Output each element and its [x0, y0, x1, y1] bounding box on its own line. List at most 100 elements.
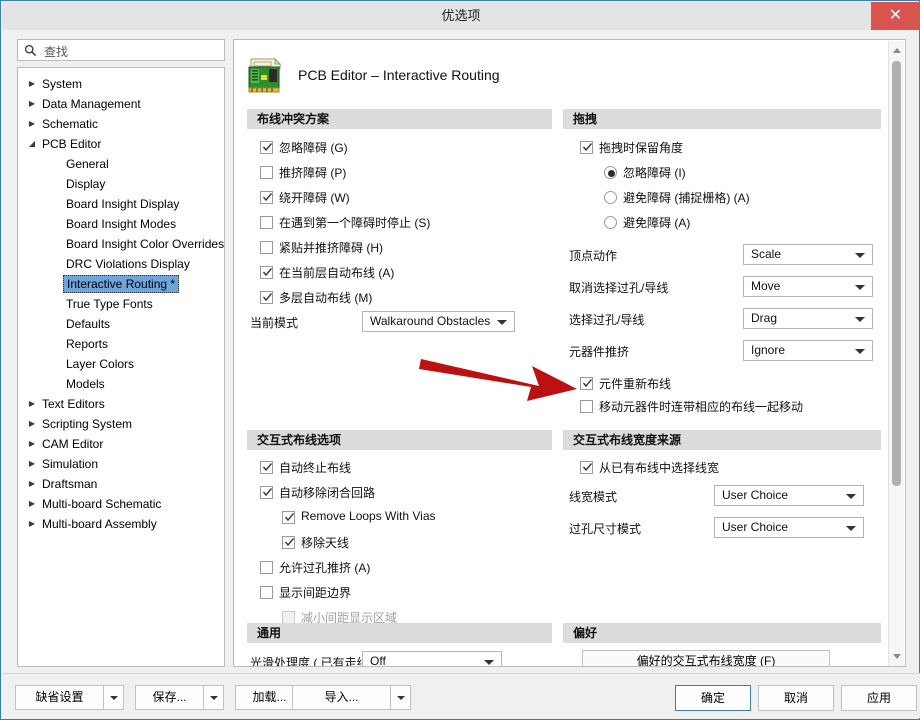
- dialog-footer: 缺省设置 保存... 加载... 导入... 确定 取消 应用: [2, 673, 920, 718]
- save-button[interactable]: 保存...: [135, 685, 225, 710]
- sidebar-item-defaults[interactable]: Defaults: [18, 314, 224, 334]
- sidebar-item-label: Board Insight Display: [66, 197, 180, 211]
- smoothing-dropdown[interactable]: Off: [362, 651, 502, 667]
- sidebar-item-text-editors[interactable]: ▶ Text Editors: [18, 394, 224, 414]
- routing-conflict-opt-0-label: 忽略障碍 (G): [279, 141, 348, 155]
- scroll-up-icon[interactable]: [889, 43, 904, 59]
- current-mode-dropdown[interactable]: Walkaround Obstacles: [362, 311, 515, 332]
- routing-conflict-opt-0-checkbox[interactable]: [260, 141, 273, 154]
- drag-check-0-checkbox[interactable]: [580, 377, 593, 390]
- sidebar-item-board-insight-display[interactable]: Board Insight Display: [18, 194, 224, 214]
- default-settings-button[interactable]: 缺省设置: [15, 685, 125, 710]
- content-scrollbar[interactable]: [888, 41, 904, 666]
- sidebar-item-label: Multi-board Assembly: [42, 517, 157, 531]
- sidebar-item-models[interactable]: Models: [18, 374, 224, 394]
- preferred-width-button[interactable]: 偏好的交互式布线宽度 (F): [582, 650, 830, 666]
- iro-opt-1-label: 自动移除闭合回路: [279, 486, 376, 500]
- sidebar-item-label: Reports: [66, 337, 109, 351]
- iro-opt-2-checkbox[interactable]: [282, 511, 295, 524]
- sidebar-item-interactive-routing[interactable]: Interactive Routing *: [18, 274, 224, 294]
- chevron-right-icon[interactable]: ▶: [26, 474, 38, 494]
- sidebar-item-cam-editor[interactable]: ▶ CAM Editor: [18, 434, 224, 454]
- drag-preserve-angle-checkbox[interactable]: [580, 141, 593, 154]
- sidebar-item-board-insight-modes[interactable]: Board Insight Modes: [18, 214, 224, 234]
- chevron-right-icon[interactable]: ▶: [26, 94, 38, 114]
- sidebar-item-data-management[interactable]: ▶ Data Management: [18, 94, 224, 114]
- import-dropdown[interactable]: [391, 685, 411, 710]
- save-dropdown[interactable]: [204, 685, 224, 710]
- sidebar-item-layer-colors[interactable]: Layer Colors: [18, 354, 224, 374]
- sidebar-item-drc-violations-display[interactable]: DRC Violations Display: [18, 254, 224, 274]
- settings-tree[interactable]: ▶ System ▶ Data Management ▶ Schematic ◢ PCB Ed…: [17, 67, 225, 667]
- routing-conflict-opt-3-checkbox[interactable]: [260, 216, 273, 229]
- sidebar-item-scripting-system[interactable]: ▶ Scripting System: [18, 414, 224, 434]
- sidebar-item-board-insight-color-overrides[interactable]: Board Insight Color Overrides: [18, 234, 224, 254]
- scrollbar-thumb[interactable]: [892, 61, 901, 486]
- section-drag: 拖拽: [563, 109, 881, 129]
- search-input[interactable]: 查找: [17, 39, 225, 61]
- iro-opt-4-checkbox[interactable]: [260, 561, 273, 574]
- routing-conflict-opt-1-checkbox[interactable]: [260, 166, 273, 179]
- drag-field-drag-2-dropdown[interactable]: Drag: [743, 308, 873, 329]
- sidebar-item-schematic[interactable]: ▶ Schematic: [18, 114, 224, 134]
- iro-opt-5-checkbox[interactable]: [260, 586, 273, 599]
- page-title: PCB Editor – Interactive Routing: [298, 67, 500, 83]
- iro-opt-3-checkbox[interactable]: [282, 536, 295, 549]
- chevron-down-icon: [855, 349, 865, 354]
- routing-conflict-opt-5-checkbox[interactable]: [260, 266, 273, 279]
- routing-conflict-opt-4-checkbox[interactable]: [260, 241, 273, 254]
- sidebar-item-display[interactable]: Display: [18, 174, 224, 194]
- smoothing-value: Off: [370, 654, 386, 667]
- search-icon: [24, 44, 37, 57]
- sidebar-item-pcb-editor[interactable]: ◢ PCB Editor: [18, 134, 224, 154]
- section-title: 偏好: [573, 626, 598, 640]
- section-title: 布线冲突方案: [257, 112, 330, 126]
- chevron-right-icon[interactable]: ▶: [26, 494, 38, 514]
- drag-radio-2-radio[interactable]: [604, 216, 617, 229]
- chevron-down-icon: [484, 660, 494, 665]
- ok-button[interactable]: 确定: [675, 685, 751, 711]
- sidebar-item-label: System: [42, 77, 83, 91]
- drag-field-ignore-3-dropdown[interactable]: Ignore: [743, 340, 873, 361]
- sidebar-item-draftsman[interactable]: ▶ Draftsman: [18, 474, 224, 494]
- sidebar-item-label: True Type Fonts: [66, 297, 153, 311]
- sidebar-item-general[interactable]: General: [18, 154, 224, 174]
- routing-conflict-opt-2-checkbox[interactable]: [260, 191, 273, 204]
- close-icon[interactable]: ✕: [871, 2, 920, 30]
- sidebar-item-multi-board-assembly[interactable]: ▶ Multi-board Assembly: [18, 514, 224, 534]
- sidebar-item-multi-board-schematic[interactable]: ▶ Multi-board Schematic: [18, 494, 224, 514]
- apply-button[interactable]: 应用: [841, 685, 917, 711]
- scroll-down-icon[interactable]: [889, 649, 904, 665]
- width-source-check-checkbox[interactable]: [580, 461, 593, 474]
- section-title: 交互式布线选项: [257, 433, 342, 447]
- chevron-right-icon[interactable]: ▶: [26, 74, 38, 94]
- width-source-field-0-dropdown[interactable]: User Choice: [714, 485, 864, 506]
- sidebar-item-label: Scripting System: [42, 417, 133, 431]
- iro-opt-1-checkbox[interactable]: [260, 486, 273, 499]
- chevron-right-icon[interactable]: ▶: [26, 434, 38, 454]
- sidebar-item-system[interactable]: ▶ System: [18, 74, 224, 94]
- routing-conflict-opt-3-label: 在遇到第一个障碍时停止 (S): [279, 216, 431, 230]
- drag-field-ignore-3-value: Ignore: [751, 343, 786, 357]
- drag-check-1-checkbox[interactable]: [580, 400, 593, 413]
- width-source-field-0-value: User Choice: [722, 488, 789, 502]
- chevron-down-icon[interactable]: ◢: [26, 134, 38, 154]
- drag-field-scale-0-dropdown[interactable]: Scale: [743, 244, 873, 265]
- chevron-right-icon[interactable]: ▶: [26, 114, 38, 134]
- drag-radio-0-radio[interactable]: [604, 166, 617, 179]
- cancel-button[interactable]: 取消: [758, 685, 834, 711]
- chevron-right-icon[interactable]: ▶: [26, 394, 38, 414]
- width-source-field-1-dropdown[interactable]: User Choice: [714, 517, 864, 538]
- routing-conflict-opt-6-checkbox[interactable]: [260, 291, 273, 304]
- default-settings-dropdown[interactable]: [104, 685, 124, 710]
- chevron-right-icon[interactable]: ▶: [26, 454, 38, 474]
- iro-opt-0-checkbox[interactable]: [260, 461, 273, 474]
- import-button[interactable]: 导入...: [292, 685, 412, 710]
- chevron-right-icon[interactable]: ▶: [26, 514, 38, 534]
- chevron-right-icon[interactable]: ▶: [26, 414, 38, 434]
- sidebar-item-true-type-fonts[interactable]: True Type Fonts: [18, 294, 224, 314]
- sidebar-item-reports[interactable]: Reports: [18, 334, 224, 354]
- drag-field-move-1-dropdown[interactable]: Move: [743, 276, 873, 297]
- drag-radio-1-radio[interactable]: [604, 191, 617, 204]
- sidebar-item-simulation[interactable]: ▶ Simulation: [18, 454, 224, 474]
